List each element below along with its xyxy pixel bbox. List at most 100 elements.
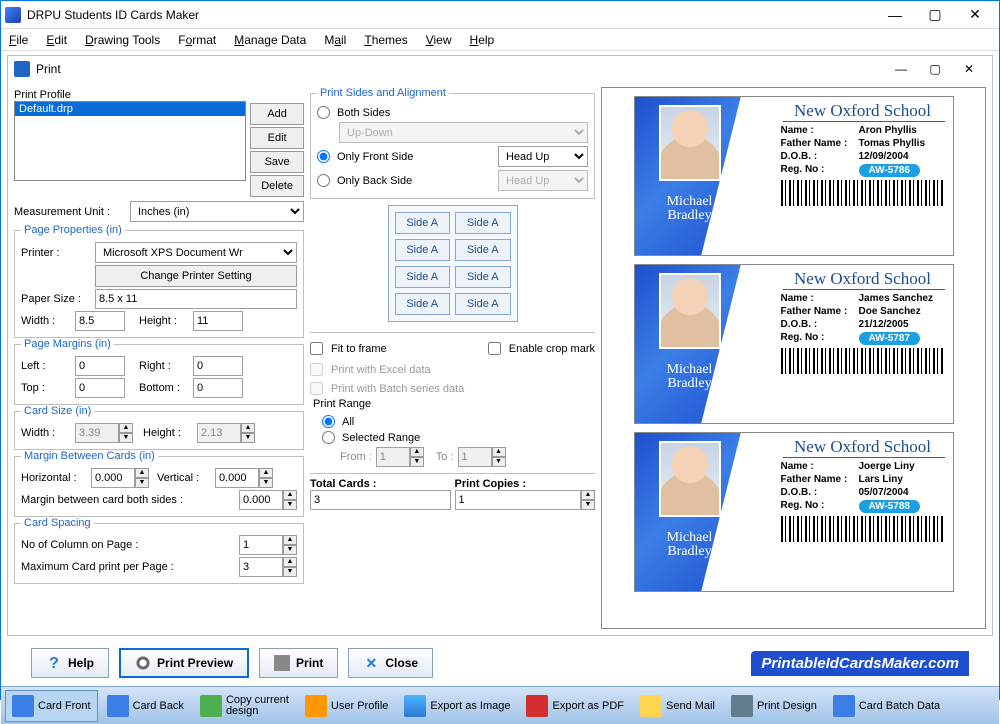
max-cards-input[interactable] [239, 557, 283, 577]
card-spacing-group: Card Spacing No of Column on Page : ▲▼ M… [14, 517, 304, 584]
school-name: New Oxford School [781, 101, 945, 122]
page-height-label: Height : [139, 315, 189, 327]
range-to-input [458, 447, 492, 467]
signature: MichaelBradley [667, 195, 713, 223]
card-size-group: Card Size (in) Width : ▲▼ Height : ▲▼ [14, 405, 304, 450]
barcode [781, 348, 945, 374]
crop-mark-checkbox[interactable] [488, 342, 501, 355]
signature: MichaelBradley [667, 531, 713, 559]
menu-themes[interactable]: Themes [364, 33, 407, 47]
print-range-group: Print Range All Selected Range From : ▲▼… [310, 398, 595, 471]
fit-frame-checkbox[interactable] [310, 342, 323, 355]
close-dialog-button[interactable]: ✕Close [348, 648, 433, 678]
side-cell[interactable]: Side A [455, 293, 511, 315]
page-height-input[interactable] [193, 311, 243, 331]
menubar: File Edit Drawing Tools Format Manage Da… [1, 29, 999, 51]
menu-edit[interactable]: Edit [46, 33, 67, 47]
save-button[interactable]: Save [250, 151, 304, 173]
menu-format[interactable]: Format [178, 33, 216, 47]
card-height-input [197, 423, 241, 443]
signature: MichaelBradley [667, 363, 713, 391]
barcode [781, 180, 945, 206]
between-hor-input[interactable] [91, 468, 135, 488]
range-all-radio[interactable] [322, 415, 335, 428]
menu-file[interactable]: File [9, 33, 28, 47]
printer-select[interactable]: Microsoft XPS Document Wr [95, 242, 297, 263]
school-name: New Oxford School [781, 269, 945, 290]
tb-user[interactable]: User Profile [298, 690, 395, 722]
help-icon: ? [46, 655, 62, 671]
page-width-label: Width : [21, 315, 71, 327]
both-sides-select: Up-Down [339, 122, 588, 143]
tb-batch[interactable]: Card Batch Data [826, 690, 947, 722]
total-cards-input[interactable] [310, 490, 451, 510]
image-icon [404, 695, 426, 717]
measurement-select[interactable]: Inches (in) [130, 201, 304, 222]
front-orient-select[interactable]: Head Up [498, 146, 588, 167]
student-photo [659, 105, 721, 181]
print-minimize-button[interactable]: — [884, 58, 918, 80]
user-icon [305, 695, 327, 717]
side-cell[interactable]: Side A [455, 266, 511, 288]
help-button[interactable]: ?Help [31, 648, 109, 678]
menu-view[interactable]: View [426, 33, 452, 47]
change-printer-button[interactable]: Change Printer Setting [95, 265, 297, 287]
both-sides-radio[interactable] [317, 106, 330, 119]
batch-icon [833, 695, 855, 717]
tb-export-pdf[interactable]: Export as PDF [519, 690, 631, 722]
margin-top-input[interactable] [75, 378, 125, 398]
menu-drawing[interactable]: Drawing Tools [85, 33, 160, 47]
back-side-radio[interactable] [317, 174, 330, 187]
menu-mail[interactable]: Mail [324, 33, 346, 47]
card-front-icon [12, 695, 34, 717]
side-cell[interactable]: Side A [455, 212, 511, 234]
print-close-button[interactable]: ✕ [952, 58, 986, 80]
print-design-icon [731, 695, 753, 717]
between-both-input[interactable] [239, 490, 283, 510]
tb-copy[interactable]: Copy current design [193, 690, 296, 722]
close-icon: ✕ [363, 655, 379, 671]
profile-item[interactable]: Default.drp [15, 102, 245, 116]
school-name: New Oxford School [781, 437, 945, 458]
add-button[interactable]: Add [250, 103, 304, 125]
total-cards-label: Total Cards : [310, 478, 451, 490]
id-card: MichaelBradley New Oxford School Name :J… [634, 432, 954, 592]
excel-checkbox [310, 363, 323, 376]
margin-right-input[interactable] [193, 356, 243, 376]
tb-export-img[interactable]: Export as Image [397, 690, 517, 722]
tb-card-front[interactable]: Card Front [5, 690, 98, 722]
minimize-button[interactable]: — [875, 1, 915, 29]
side-cell[interactable]: Side A [455, 239, 511, 261]
print-maximize-button[interactable]: ▢ [918, 58, 952, 80]
tb-card-back[interactable]: Card Back [100, 690, 191, 722]
close-button[interactable]: ✕ [955, 1, 995, 29]
page-width-input[interactable] [75, 311, 125, 331]
edit-button[interactable]: Edit [250, 127, 304, 149]
delete-button[interactable]: Delete [250, 175, 304, 197]
paper-size-input[interactable] [95, 289, 297, 309]
columns-input[interactable] [239, 535, 283, 555]
margin-left-input[interactable] [75, 356, 125, 376]
side-cell[interactable]: Side A [395, 212, 451, 234]
pdf-icon [526, 695, 548, 717]
front-side-radio[interactable] [317, 150, 330, 163]
printer-icon [274, 655, 290, 671]
profile-list[interactable]: Default.drp [14, 101, 246, 181]
card-width-input [75, 423, 119, 443]
print-copies-input[interactable] [455, 490, 582, 510]
preview-pane: MichaelBradley New Oxford School Name :A… [601, 87, 986, 629]
side-cell[interactable]: Side A [395, 293, 451, 315]
menu-manage[interactable]: Manage Data [234, 33, 306, 47]
margin-bottom-input[interactable] [193, 378, 243, 398]
tb-send-mail[interactable]: Send Mail [633, 690, 722, 722]
side-cell[interactable]: Side A [395, 266, 451, 288]
side-cell[interactable]: Side A [395, 239, 451, 261]
range-selected-radio[interactable] [322, 431, 335, 444]
tb-print-design[interactable]: Print Design [724, 690, 824, 722]
maximize-button[interactable]: ▢ [915, 1, 955, 29]
print-preview-button[interactable]: Print Preview [119, 648, 249, 678]
range-from-input [376, 447, 410, 467]
menu-help[interactable]: Help [470, 33, 495, 47]
between-ver-input[interactable] [215, 468, 259, 488]
print-button[interactable]: Print [259, 648, 338, 678]
